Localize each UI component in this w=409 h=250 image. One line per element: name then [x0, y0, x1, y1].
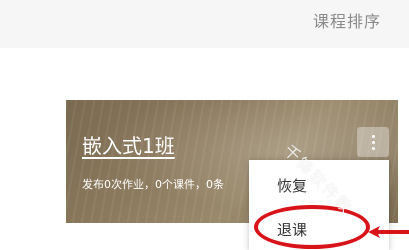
- more-options-button[interactable]: [357, 127, 389, 157]
- vertical-ellipsis-icon: [371, 134, 375, 150]
- course-stats: 发布0次作业，0个课件，0条: [82, 178, 224, 191]
- course-title[interactable]: 嵌入式1班: [82, 130, 175, 159]
- red-highlight-circle: [254, 205, 370, 249]
- top-bar: 课程排序: [0, 0, 409, 48]
- red-arrow-icon: [368, 226, 409, 238]
- course-sort-button[interactable]: 课程排序: [313, 8, 381, 32]
